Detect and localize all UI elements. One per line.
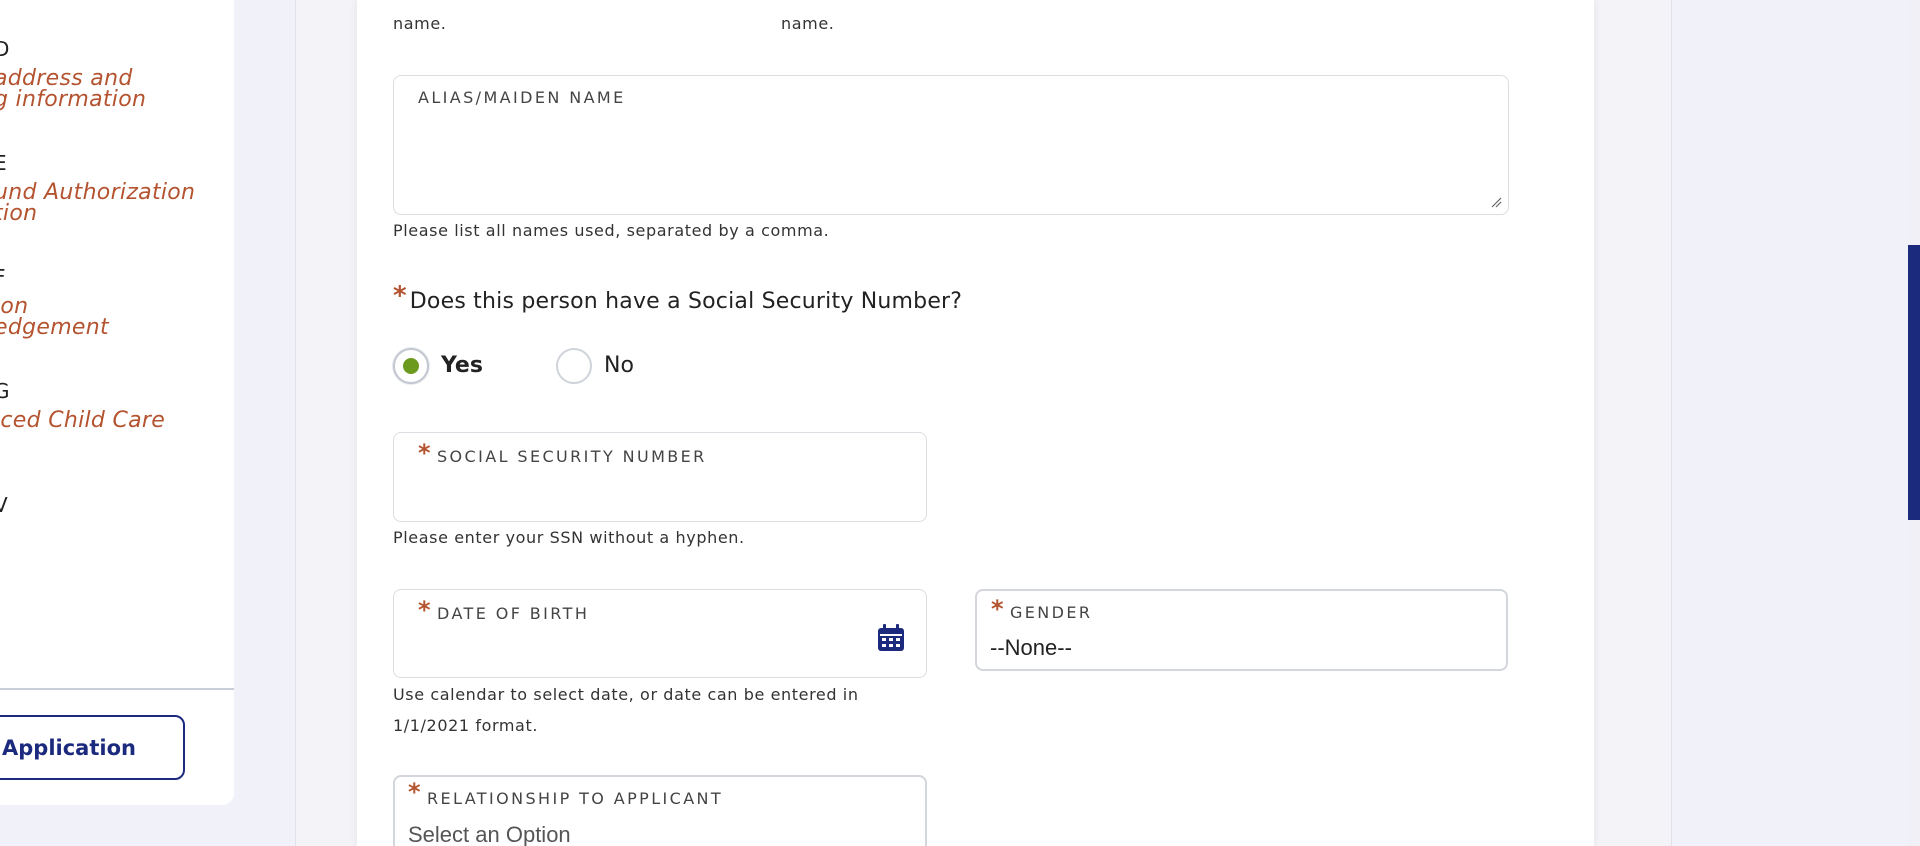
prev-field-helper-left: name.	[393, 14, 447, 33]
alias-maiden-name-label: ALIAS/MAIDEN NAME	[418, 88, 626, 107]
alias-helper-text: Please list all names used, separated by…	[393, 221, 830, 240]
required-marker: *	[393, 281, 407, 311]
required-marker: *	[418, 439, 431, 467]
ssn-no-radio[interactable]	[556, 348, 592, 384]
ssn-no-label[interactable]: No	[604, 353, 634, 378]
ssn-question: * Does this person have a Social Security…	[393, 283, 963, 314]
ssn-question-text: Does this person have a Social Security …	[409, 289, 963, 314]
application-button[interactable]: Application	[0, 715, 185, 780]
step-number: G	[0, 379, 10, 403]
date-of-birth-input[interactable]: * DATE OF BIRTH	[393, 589, 927, 678]
sidebar-divider	[0, 688, 234, 690]
date-of-birth-helper-line2: 1/1/2021 format.	[393, 716, 539, 735]
relationship-value: Select an Option	[408, 822, 571, 846]
required-marker: *	[418, 596, 431, 624]
step-title: ion edgement	[0, 294, 109, 340]
step-number: D	[0, 37, 10, 61]
sidebar: D address and g information E und Author…	[0, 0, 234, 805]
calendar-icon[interactable]	[877, 624, 905, 652]
step-number: F	[0, 266, 109, 288]
ssn-input[interactable]: * SOCIAL SECURITY NUMBER	[393, 432, 927, 522]
gender-select[interactable]: * GENDER --None--	[975, 589, 1508, 671]
page-scrollbar-thumb[interactable]	[1908, 245, 1920, 520]
required-marker: *	[408, 778, 421, 806]
ssn-yes-radio[interactable]	[393, 348, 429, 384]
step-title: address and g information	[0, 66, 147, 112]
alias-maiden-name-textarea[interactable]: ALIAS/MAIDEN NAME	[393, 75, 1509, 215]
sidebar-step-d[interactable]: D address and g information	[0, 37, 147, 112]
resize-handle-icon[interactable]	[1490, 196, 1502, 208]
ssn-label: SOCIAL SECURITY NUMBER	[437, 447, 707, 466]
sidebar-step-g[interactable]: G iced Child Care	[0, 379, 166, 433]
gender-label: GENDER	[1010, 603, 1093, 622]
gender-value: --None--	[990, 635, 1072, 660]
step-number: V	[0, 493, 8, 517]
prev-field-helper-right: name.	[781, 14, 835, 33]
ssn-yes-label[interactable]: Yes	[441, 353, 483, 378]
ssn-helper-text: Please enter your SSN without a hyphen.	[393, 528, 745, 547]
relationship-label: RELATIONSHIP TO APPLICANT	[427, 789, 724, 808]
sidebar-step-e[interactable]: E und Authorization tion	[0, 151, 196, 226]
date-of-birth-label: DATE OF BIRTH	[437, 604, 590, 623]
required-marker: *	[991, 595, 1004, 623]
step-number: E	[0, 151, 7, 175]
step-title: iced Child Care	[0, 408, 166, 433]
sidebar-step-v[interactable]: V	[0, 494, 8, 516]
relationship-select[interactable]: * RELATIONSHIP TO APPLICANT Select an Op…	[393, 775, 927, 846]
date-of-birth-helper-line1: Use calendar to select date, or date can…	[393, 685, 859, 704]
sidebar-step-f[interactable]: F ion edgement	[0, 266, 109, 340]
step-title: und Authorization tion	[0, 180, 196, 226]
